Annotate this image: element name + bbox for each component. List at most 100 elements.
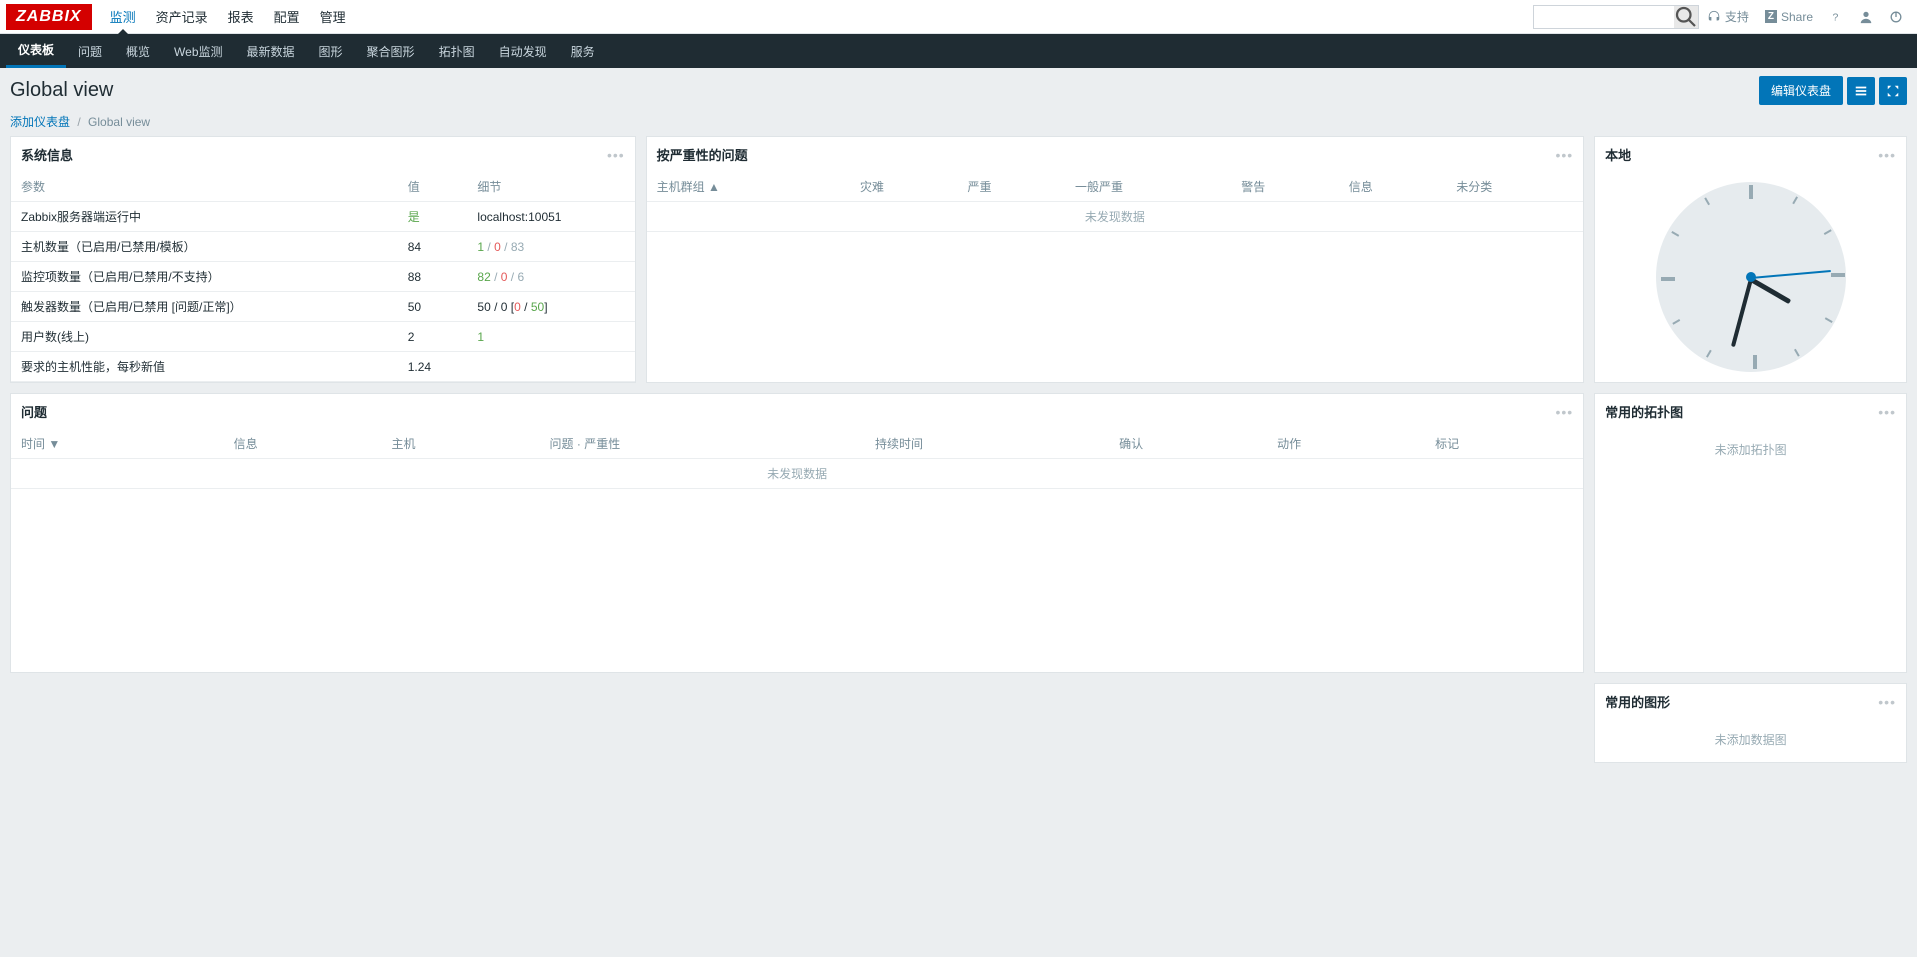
widget-favorite-maps: 常用的拓扑图 ••• 未添加拓扑图 [1594, 393, 1907, 673]
cell-detail: localhost:10051 [467, 202, 634, 232]
cell-detail [467, 352, 634, 382]
widget-clock: 本地 ••• [1594, 136, 1907, 383]
table-row[interactable]: 触发器数量（已启用/已禁用 [问题/正常]）5050 / 0 [0 / 50] [11, 292, 635, 322]
share-badge-icon: Z [1765, 10, 1777, 23]
clock-tick [1794, 349, 1800, 357]
topnav-reports[interactable]: 报表 [218, 0, 264, 34]
share-label: Share [1781, 10, 1813, 24]
table-row[interactable]: 要求的主机性能，每秒新值1.24 [11, 352, 635, 382]
widget-title: 常用的图形 [1605, 692, 1670, 711]
table-row[interactable]: 主机数量（已启用/已禁用/模板）841 / 0 / 83 [11, 232, 635, 262]
logout-button[interactable] [1881, 0, 1911, 34]
widget-menu-button[interactable]: ••• [1878, 147, 1896, 163]
table-row[interactable]: Zabbix服务器端运行中是localhost:10051 [11, 202, 635, 232]
clock-tick [1831, 273, 1845, 277]
col-detail: 细节 [467, 172, 634, 202]
col-header: 信息 [1339, 172, 1447, 202]
topnav-admin[interactable]: 管理 [310, 0, 356, 34]
widget-menu-button[interactable]: ••• [1878, 404, 1896, 420]
support-label: 支持 [1725, 8, 1749, 25]
edit-dashboard-button[interactable]: 编辑仪表盘 [1759, 76, 1843, 105]
subnav-latest[interactable]: 最新数据 [235, 34, 307, 68]
breadcrumb-current[interactable]: Global view [88, 115, 150, 129]
clock-tick [1823, 229, 1831, 235]
support-link[interactable]: 支持 [1699, 0, 1757, 34]
cell-param: 用户数(线上) [11, 322, 398, 352]
cell-param: 主机数量（已启用/已禁用/模板） [11, 232, 398, 262]
power-icon [1889, 10, 1903, 24]
widget-menu-button[interactable]: ••• [1555, 147, 1573, 163]
col-header: 信息 [224, 429, 382, 459]
topnav-config[interactable]: 配置 [264, 0, 310, 34]
subnav-services[interactable]: 服务 [559, 34, 607, 68]
cell-value: 2 [398, 322, 468, 352]
help-button[interactable]: ? [1821, 0, 1851, 34]
sub-nav: 仪表板 问题 概览 Web监测 最新数据 图形 聚合图形 拓扑图 自动发现 服务 [0, 34, 1917, 68]
cell-detail: 50 / 0 [0 / 50] [467, 292, 634, 322]
col-header: 问题 · 严重性 [540, 429, 865, 459]
no-data-text: 未发现数据 [647, 202, 1584, 232]
widget-title: 系统信息 [21, 145, 73, 164]
col-header: 主机 [382, 429, 540, 459]
menu-icon [1854, 84, 1868, 98]
clock-tick [1706, 350, 1712, 358]
table-row[interactable]: 用户数(线上)21 [11, 322, 635, 352]
subnav-discovery[interactable]: 自动发现 [487, 34, 559, 68]
dashboard-grid: 系统信息 ••• 参数 值 细节 Zabbix服务器端运行中是localhost… [0, 136, 1917, 773]
topnav-inventory[interactable]: 资产记录 [146, 0, 218, 34]
svg-text:?: ? [1833, 11, 1839, 23]
cell-value: 1.24 [398, 352, 468, 382]
subnav-overview[interactable]: 概览 [114, 34, 162, 68]
empty-message: 未添加拓扑图 [1595, 429, 1906, 470]
widget-menu-button[interactable]: ••• [607, 147, 625, 163]
col-header: 灾难 [850, 172, 958, 202]
cell-detail: 82 / 0 / 6 [467, 262, 634, 292]
col-header[interactable]: 主机群组 ▲ [647, 172, 850, 202]
col-header: 警告 [1231, 172, 1339, 202]
subnav-graphs[interactable]: 图形 [307, 34, 355, 68]
cell-param: Zabbix服务器端运行中 [11, 202, 398, 232]
share-link[interactable]: Z Share [1757, 0, 1821, 34]
widget-menu-button[interactable]: ••• [1878, 694, 1896, 710]
system-info-table: 参数 值 细节 Zabbix服务器端运行中是localhost:10051主机数… [11, 172, 635, 382]
expand-icon [1886, 84, 1900, 98]
search-input[interactable] [1534, 10, 1674, 24]
widget-problems: 问题 ••• 时间 ▼信息主机问题 · 严重性持续时间确认动作标记 未发现数据 [10, 393, 1584, 673]
search-button[interactable] [1674, 6, 1698, 28]
cell-detail: 1 [467, 322, 634, 352]
subnav-screens[interactable]: 聚合图形 [355, 34, 427, 68]
topnav-monitoring[interactable]: 监测 [100, 0, 146, 34]
empty-message: 未添加数据图 [1595, 719, 1906, 760]
widget-menu-button[interactable]: ••• [1555, 404, 1573, 420]
widget-title: 问题 [21, 402, 47, 421]
logo[interactable]: ZABBIX [6, 4, 92, 30]
cell-param: 触发器数量（已启用/已禁用 [问题/正常]） [11, 292, 398, 322]
subnav-web[interactable]: Web监测 [162, 34, 234, 68]
subnav-problems[interactable]: 问题 [66, 34, 114, 68]
col-value: 值 [398, 172, 468, 202]
user-button[interactable] [1851, 0, 1881, 34]
cell-value: 是 [398, 202, 468, 232]
fullscreen-button[interactable] [1879, 77, 1907, 105]
cell-detail: 1 / 0 / 83 [467, 232, 634, 262]
clock-tick [1753, 355, 1757, 369]
col-header: 持续时间 [865, 429, 1109, 459]
col-header: 严重 [958, 172, 1066, 202]
breadcrumb-add-dashboard[interactable]: 添加仪表盘 [10, 115, 70, 129]
table-row[interactable]: 监控项数量（已启用/已禁用/不支持）8882 / 0 / 6 [11, 262, 635, 292]
col-header[interactable]: 时间 ▼ [11, 429, 224, 459]
clock-tick [1824, 317, 1832, 323]
problems-table: 时间 ▼信息主机问题 · 严重性持续时间确认动作标记 未发现数据 [11, 429, 1583, 489]
search-icon [1674, 5, 1698, 29]
widget-title: 按严重性的问题 [657, 145, 748, 164]
col-header: 未分类 [1446, 172, 1583, 202]
dashboard-list-button[interactable] [1847, 77, 1875, 105]
clock-second-hand [1750, 270, 1830, 279]
widget-system-info: 系统信息 ••• 参数 值 细节 Zabbix服务器端运行中是localhost… [10, 136, 636, 383]
user-icon [1859, 10, 1873, 24]
cell-value: 88 [398, 262, 468, 292]
subnav-maps[interactable]: 拓扑图 [427, 34, 487, 68]
breadcrumb: 添加仪表盘 / Global view [0, 113, 1917, 136]
subnav-dashboard[interactable]: 仪表板 [6, 34, 66, 68]
col-header: 确认 [1109, 429, 1267, 459]
